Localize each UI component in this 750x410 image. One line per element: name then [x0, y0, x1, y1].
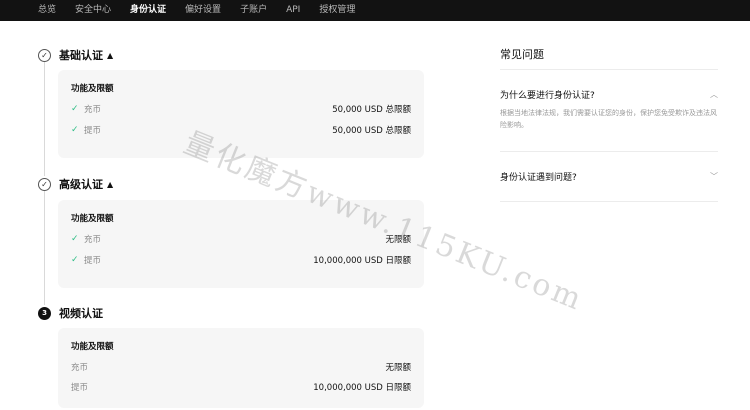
faq-title: 常见问题: [500, 40, 718, 70]
card-title: 功能及限额: [71, 214, 114, 224]
limit-row-deposit: ✓ 充币 50,000 USD 总限额: [71, 103, 411, 115]
limit-label: 提币: [84, 256, 102, 266]
limit-value: 50,000 USD 总限额: [332, 126, 411, 136]
limits-card-basic: 功能及限额 ✓ 充币 50,000 USD 总限额 ✓ 提币 50,000 US…: [58, 70, 424, 158]
nav-item-security[interactable]: 安全中心: [75, 0, 111, 21]
check-icon: ✓: [71, 104, 79, 114]
limit-row-deposit: 充币 无限额: [71, 361, 411, 373]
step-advanced: ✓ 高级认证 ▲: [38, 176, 113, 192]
faq-item-problem[interactable]: 身份认证遇到问题? ﹀: [500, 152, 718, 202]
limit-value: 10,000,000 USD 日限额: [313, 383, 411, 393]
step-number-badge: 3: [38, 306, 51, 320]
card-title: 功能及限额: [71, 342, 114, 352]
limit-label: 充币: [84, 105, 102, 115]
check-icon: ✓: [71, 255, 79, 265]
faq-panel: 常见问题 为什么要进行身份认证? ︿ 根据当地法律法规，我们需要认证您的身份，保…: [500, 40, 718, 202]
chevron-up-icon[interactable]: ︿: [710, 89, 718, 100]
limits-card-video: 功能及限额 充币 无限额 提币 10,000,000 USD 日限额: [58, 328, 424, 408]
check-circle-icon: ✓: [38, 48, 51, 62]
step-video: 3 视频认证: [38, 305, 103, 321]
faq-question[interactable]: 为什么要进行身份认证?: [500, 88, 595, 101]
step-title: 视频认证: [59, 307, 103, 320]
limit-row-withdraw: ✓ 提币 10,000,000 USD 日限额: [71, 254, 411, 266]
step-basic: ✓ 基础认证 ▲: [38, 47, 113, 63]
caret-up-icon[interactable]: ▲: [107, 180, 113, 189]
faq-question[interactable]: 身份认证遇到问题?: [500, 170, 577, 183]
nav-item-preferences[interactable]: 偏好设置: [185, 0, 221, 21]
limit-label: 充币: [84, 235, 102, 245]
timeline-line: [44, 191, 45, 305]
nav-item-overview[interactable]: 总览: [38, 0, 56, 21]
limit-value: 50,000 USD 总限额: [332, 105, 411, 115]
nav-item-api[interactable]: API: [286, 0, 300, 21]
limit-label: 充币: [71, 363, 89, 373]
nav-item-identity[interactable]: 身份认证: [130, 0, 166, 21]
limit-value: 10,000,000 USD 日限额: [313, 256, 411, 266]
faq-item-why[interactable]: 为什么要进行身份认证? ︿ 根据当地法律法规，我们需要认证您的身份，保护您免受欺…: [500, 70, 718, 152]
faq-answer: 根据当地法律法规，我们需要认证您的身份，保护您免受欺诈及违法风险影响。: [500, 109, 717, 129]
chevron-down-icon[interactable]: ﹀: [710, 171, 718, 182]
check-icon: ✓: [71, 125, 79, 135]
limit-value: 无限额: [385, 235, 411, 245]
limit-row-withdraw: 提币 10,000,000 USD 日限额: [71, 381, 411, 393]
step-title: 高级认证: [59, 178, 103, 191]
limits-card-advanced: 功能及限额 ✓ 充币 无限额 ✓ 提币 10,000,000 USD 日限额: [58, 200, 424, 288]
check-icon: ✓: [71, 234, 79, 244]
check-circle-icon: ✓: [38, 177, 51, 191]
limit-row-withdraw: ✓ 提币 50,000 USD 总限额: [71, 124, 411, 136]
limit-label: 提币: [84, 126, 102, 136]
nav-item-authorization[interactable]: 授权管理: [319, 0, 355, 21]
limit-value: 无限额: [385, 363, 411, 373]
step-title: 基础认证: [59, 49, 103, 62]
card-title: 功能及限额: [71, 84, 114, 94]
timeline-line: [44, 62, 45, 176]
caret-up-icon[interactable]: ▲: [107, 51, 113, 60]
limit-row-deposit: ✓ 充币 无限额: [71, 233, 411, 245]
top-nav: 总览 安全中心 身份认证 偏好设置 子账户 API 授权管理: [0, 0, 750, 21]
limit-label: 提币: [71, 383, 89, 393]
nav-item-subaccounts[interactable]: 子账户: [240, 0, 267, 21]
